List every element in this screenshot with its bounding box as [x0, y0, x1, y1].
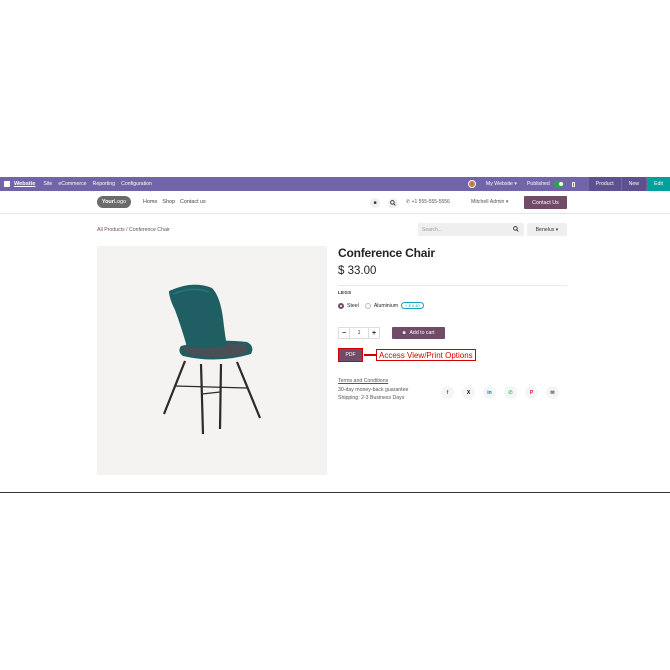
option-aluminium-label[interactable]: Aluminium	[374, 303, 398, 309]
website-app-title[interactable]: Website	[14, 181, 35, 187]
nav-shop[interactable]: Shop	[162, 199, 175, 205]
product-search-input[interactable]: Search...	[418, 223, 524, 236]
main-nav: Home Shop Contact us	[143, 199, 206, 205]
nav-home[interactable]: Home	[143, 199, 157, 205]
admin-navbar: Website Site eCommerce Reporting Configu…	[0, 177, 670, 191]
cart-icon: ■	[402, 330, 406, 336]
logo-text-bold: Your	[101, 199, 114, 205]
x-icon[interactable]: X	[462, 386, 475, 399]
breadcrumb: All Products / Conference Chair	[97, 227, 170, 233]
admin-menu-ecommerce[interactable]: eCommerce	[58, 181, 86, 187]
terms-link[interactable]: Terms and Conditions	[338, 377, 408, 386]
admin-menu-reporting[interactable]: Reporting	[93, 181, 116, 187]
whatsapp-icon[interactable]: ✆	[504, 386, 517, 399]
radio-steel[interactable]	[338, 302, 344, 309]
admin-menu-site[interactable]: Site	[43, 181, 52, 187]
search-icon[interactable]	[388, 198, 398, 208]
contact-us-button[interactable]: Contact Us	[524, 196, 567, 209]
logo-text-light: Logo	[113, 199, 127, 205]
search-icon[interactable]	[513, 226, 519, 234]
attribute-label: LEGS	[338, 290, 352, 295]
decrease-quantity-button[interactable]: −	[338, 327, 350, 339]
facebook-icon[interactable]: f	[441, 386, 454, 399]
breadcrumb-all-products[interactable]: All Products	[97, 227, 125, 233]
radio-aluminium[interactable]	[364, 302, 371, 309]
user-avatar[interactable]	[467, 180, 476, 188]
option-steel-label[interactable]: Steel	[347, 303, 359, 309]
user-menu[interactable]: Mitchell Admin ▾	[471, 199, 509, 205]
share-buttons: f Xin ✆ P ✉	[441, 386, 559, 399]
mobile-preview-icon[interactable]	[571, 181, 575, 187]
my-website-dropdown[interactable]: My Website ▾	[486, 181, 517, 187]
site-header: Your Logo Home Shop Contact us ■ ✆ +1 555…	[0, 191, 670, 214]
divider	[338, 285, 567, 286]
pinterest-icon[interactable]: P	[525, 386, 538, 399]
admin-menu-configuration[interactable]: Configuration	[121, 181, 152, 187]
search-placeholder: Search...	[422, 226, 443, 233]
add-to-cart-button[interactable]: ■ Add to cart	[392, 327, 445, 339]
product-button[interactable]: Product	[588, 177, 621, 191]
published-label: Published	[526, 181, 550, 187]
annotation-callout: Access View/Print Options	[376, 349, 476, 361]
product-image[interactable]	[97, 246, 327, 475]
pdf-button[interactable]: PDF	[338, 348, 363, 362]
price-extra-badge: + $ 6.40	[401, 302, 424, 309]
site-logo[interactable]: Your Logo	[97, 196, 131, 208]
add-to-cart-label: Add to cart	[409, 330, 435, 336]
cart-icon[interactable]: ■	[370, 198, 380, 208]
quantity-stepper: − 1 +	[338, 327, 380, 339]
new-button[interactable]: New	[621, 177, 647, 191]
guarantee-text: 30-day money-back guarantee	[338, 386, 409, 393]
callout-arrow	[364, 354, 376, 356]
phone-text: +1 555-555-5556	[411, 199, 450, 205]
breadcrumb-current: Conference Chair	[129, 227, 170, 233]
nav-contact-us[interactable]: Contact us	[180, 199, 206, 205]
phone-number[interactable]: ✆ +1 555-555-5556	[406, 199, 450, 205]
product-terms: Terms and Conditions 30-day money-back g…	[338, 377, 408, 403]
legs-options: Steel Aluminium + $ 6.40	[338, 302, 424, 309]
apps-menu-icon[interactable]	[4, 181, 10, 187]
increase-quantity-button[interactable]: +	[368, 327, 380, 339]
product-title: Conference Chair	[338, 246, 435, 260]
chair-illustration	[162, 284, 262, 435]
quantity-input[interactable]: 1	[350, 327, 368, 339]
edit-button[interactable]: Edit	[647, 177, 670, 191]
breadcrumb-separator: /	[126, 227, 128, 233]
product-price: $ 33.00	[338, 265, 377, 277]
published-toggle[interactable]	[553, 181, 564, 187]
shipping-text: Shipping: 2-3 Business Days	[338, 395, 405, 401]
browser-viewport: Website Site eCommerce Reporting Configu…	[0, 177, 670, 493]
linkedin-icon[interactable]: in	[483, 386, 496, 399]
email-icon[interactable]: ✉	[546, 386, 559, 399]
pricelist-dropdown[interactable]: Benelux ▾	[527, 223, 567, 236]
